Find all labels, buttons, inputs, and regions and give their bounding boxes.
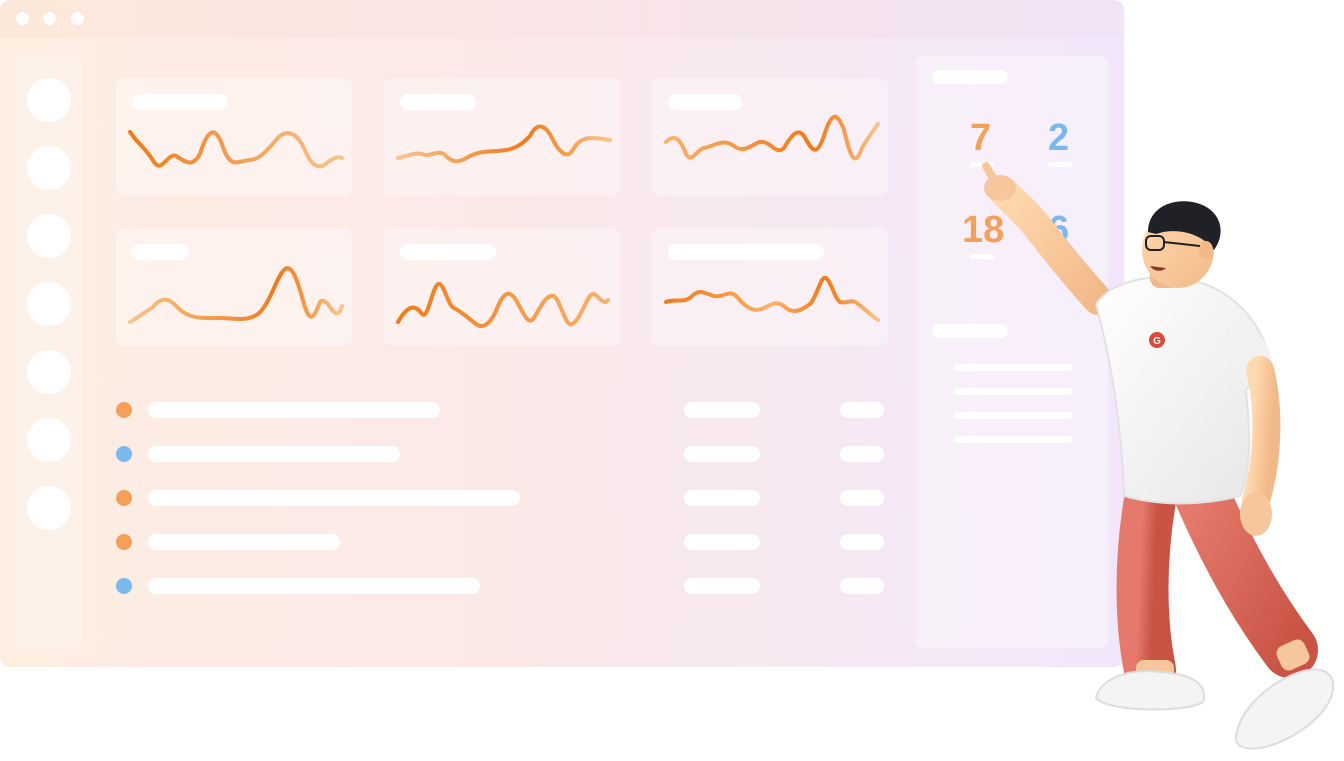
svg-text:G: G <box>1153 336 1161 347</box>
person-pointing-illustration: G <box>982 162 1335 750</box>
